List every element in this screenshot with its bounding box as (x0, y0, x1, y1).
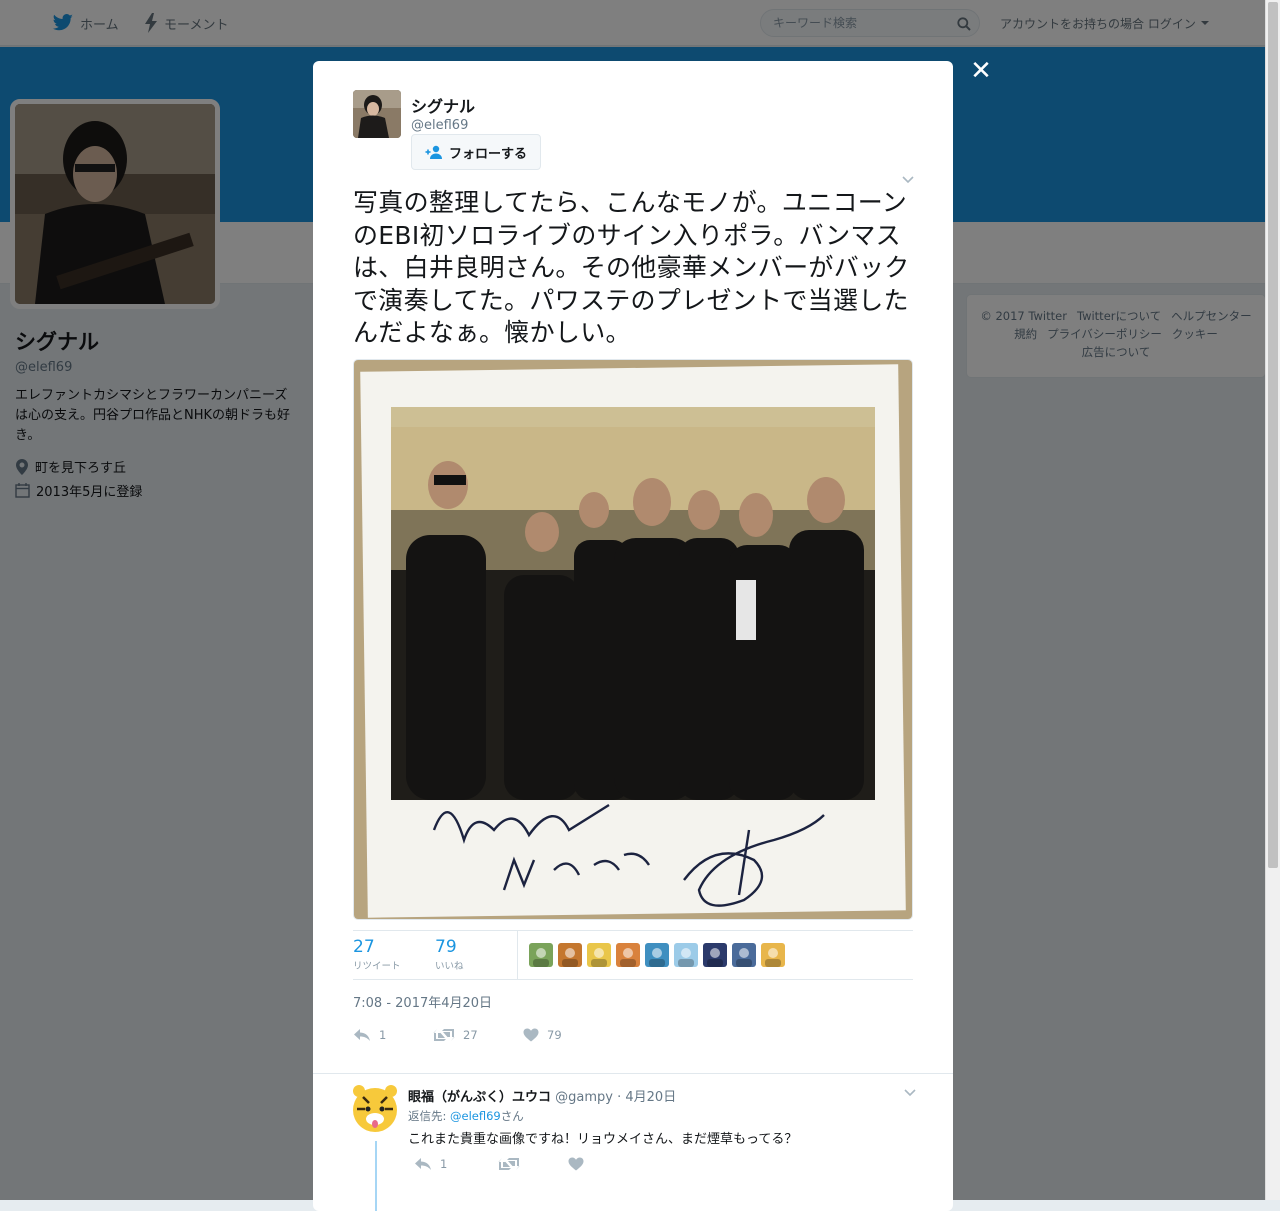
tweet-text: 写真の整理してたら、こんなモノが。ユニコーンのEBI初ソロライブのサイン入りポラ… (353, 188, 910, 347)
page-scrollbar[interactable] (1265, 0, 1280, 1200)
scrollbar-thumb[interactable] (1268, 2, 1278, 868)
tweet-timestamp[interactable]: 7:08 - 2017年4月20日 (353, 992, 492, 1011)
reply-author-name[interactable]: 眼福（がんぷく）ユウコ (408, 1090, 551, 1105)
tweet-actions: 1 27 79 (353, 1023, 562, 1047)
tweet-photo[interactable] (353, 359, 913, 920)
follow-button[interactable]: フォローする (411, 134, 541, 170)
liker-avatar[interactable] (616, 943, 640, 967)
tweet-author-handle[interactable]: @elefl69 (411, 118, 468, 133)
liker-avatar[interactable] (529, 943, 553, 967)
reply-to-handle[interactable]: @elefl69 (450, 1109, 501, 1123)
reply-author-avatar[interactable] (349, 1083, 401, 1135)
liker-avatar[interactable] (558, 943, 582, 967)
reply-thread-line (375, 1141, 377, 1211)
liker-avatar[interactable] (587, 943, 611, 967)
heart-icon (523, 1028, 539, 1042)
reply-reply-count: 1 (440, 1157, 448, 1171)
tweet-author-avatar[interactable] (353, 90, 401, 138)
liker-avatar[interactable] (645, 943, 669, 967)
tweet-stats: 27 リツイート 79 いいね (353, 930, 913, 980)
retweet-icon (498, 1158, 520, 1170)
reply-to-line: 返信先: @elefl69さん (408, 1108, 524, 1124)
tweet-author-name[interactable]: シグナル (411, 93, 475, 117)
likes-stat[interactable]: 79 いいね (435, 937, 464, 972)
tweet-author-avatar-image (353, 90, 401, 138)
reply-to-prefix: 返信先: (408, 1109, 451, 1123)
reply-like-button[interactable] (568, 1157, 584, 1171)
liker-avatar[interactable] (674, 943, 698, 967)
liker-avatar[interactable] (732, 943, 756, 967)
reply-date[interactable]: · 4月20日 (617, 1090, 676, 1105)
retweets-stat[interactable]: 27 リツイート (353, 937, 401, 972)
retweet-button[interactable]: 27 (433, 1028, 523, 1042)
add-user-icon (425, 145, 442, 159)
retweets-count: 27 (353, 937, 375, 957)
stats-divider (517, 931, 518, 980)
liker-avatar[interactable] (703, 943, 727, 967)
reply-reply-button[interactable]: 1 (408, 1157, 498, 1171)
follow-button-label: フォローする (448, 146, 527, 162)
like-button[interactable]: 79 (523, 1028, 562, 1042)
reply-count: 1 (379, 1028, 387, 1042)
heart-icon (568, 1157, 584, 1171)
likes-label: いいね (435, 961, 464, 972)
retweets-label: リツイート (353, 961, 401, 972)
reply-chevron-down-icon[interactable] (903, 1088, 917, 1098)
close-icon[interactable]: ✕ (968, 58, 994, 84)
tiger-avatar-image (353, 1085, 397, 1132)
reply-button[interactable]: 1 (353, 1028, 433, 1042)
reply-to-suffix: さん (500, 1109, 524, 1123)
likes-count: 79 (435, 937, 457, 957)
retweet-action-count: 27 (463, 1028, 478, 1042)
chevron-down-icon[interactable] (901, 175, 915, 185)
tweet-modal: シグナル @elefl69 フォローする 写真の整理してたら、こんなモノが。ユニ… (313, 61, 953, 1211)
reply-divider (313, 1073, 953, 1074)
reply-icon (354, 1029, 370, 1041)
like-action-count: 79 (547, 1028, 562, 1042)
reply-author-handle[interactable]: @gampy (555, 1090, 613, 1105)
reply-actions: 1 (408, 1157, 584, 1171)
reply-header: 眼福（がんぷく）ユウコ @gampy · 4月20日 (408, 1086, 676, 1105)
reply-retweet-button[interactable] (498, 1157, 568, 1171)
liker-avatar[interactable] (761, 943, 785, 967)
liker-avatars (529, 943, 785, 967)
retweet-icon (433, 1029, 455, 1041)
reply-icon (415, 1158, 431, 1170)
tweet-photo-image (354, 360, 912, 919)
reply-text: これまた貴重な画像ですね！リョウメイさん、まだ煙草もってる？ (408, 1132, 798, 1147)
